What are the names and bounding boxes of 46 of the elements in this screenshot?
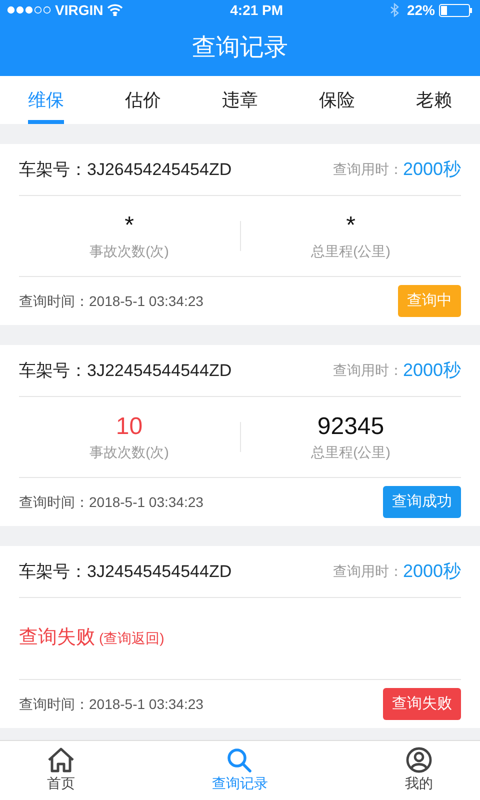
accident-count: 10: [116, 412, 143, 442]
carrier-name: VIRGIN: [55, 0, 104, 20]
duration-label: 查询用时：: [332, 361, 403, 380]
page-title: 查询记录: [192, 33, 288, 63]
accident-label: 事故次数(次): [90, 242, 169, 261]
tab[interactable]: 违章: [204, 76, 276, 124]
query-time: 2018-5-1 03:34:23: [89, 292, 204, 310]
query-time: 2018-5-1 03:34:23: [89, 694, 204, 714]
duration-label: 查询用时：: [332, 562, 403, 581]
tab[interactable]: 保险: [301, 76, 373, 124]
mileage-label: 总里程(公里): [311, 242, 390, 261]
user-icon: [406, 747, 432, 773]
return-note: (查询返回): [99, 629, 164, 648]
query-time-label: 查询时间：: [19, 694, 89, 714]
duration-value: 2000秒: [402, 560, 461, 583]
accident-label: 事故次数(次): [90, 442, 169, 462]
vin-label: 车架号：: [19, 560, 87, 583]
mileage-value: 92345: [317, 412, 384, 442]
nav-item[interactable]: 我的: [372, 741, 466, 800]
battery-percent: 22%: [406, 0, 435, 20]
duration-value: 2000秒: [402, 359, 461, 382]
query-time: 2018-5-1 03:34:23: [89, 492, 204, 512]
battery-icon: [439, 4, 473, 16]
nav-item[interactable]: 首页: [14, 741, 108, 800]
duration-value: 2000秒: [402, 158, 461, 181]
vin-number: 3J22454544544ZD: [87, 360, 232, 382]
mileage-value: *: [346, 210, 356, 240]
query-time-label: 查询时间：: [19, 492, 89, 512]
signal-icon: [7, 6, 51, 14]
home-icon: [47, 747, 75, 773]
tab[interactable]: 老赖: [398, 76, 470, 124]
tab[interactable]: 估价: [107, 76, 179, 124]
mileage-label: 总里程(公里): [311, 442, 390, 462]
status-button[interactable]: 查询失败: [383, 688, 461, 720]
search-icon: [226, 747, 254, 773]
query-time-label: 查询时间：: [19, 292, 89, 310]
wifi-icon: [107, 4, 124, 16]
vin-label: 车架号：: [19, 158, 87, 181]
clock: 4:21 PM: [230, 0, 284, 20]
accident-count: *: [124, 210, 134, 240]
vin-number: 3J26454245454ZD: [87, 158, 232, 181]
vin-label: 车架号：: [19, 360, 87, 382]
bluetooth-icon: [390, 3, 399, 17]
duration-label: 查询用时：: [332, 160, 403, 179]
vin-number: 3J24545454544ZD: [87, 560, 232, 583]
failure-message: 查询失败: [19, 626, 95, 650]
